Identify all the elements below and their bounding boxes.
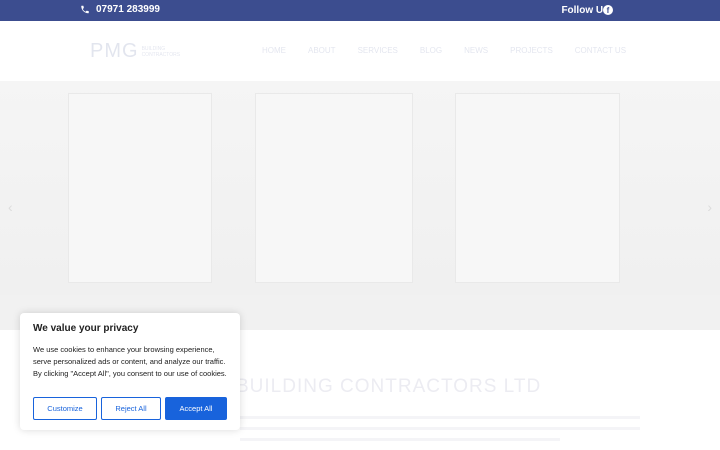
facebook-icon[interactable]: f xyxy=(603,5,613,15)
customize-button[interactable]: Customize xyxy=(33,397,97,420)
reject-all-button[interactable]: Reject All xyxy=(101,397,161,420)
hero-image-door xyxy=(455,93,620,283)
accept-all-button[interactable]: Accept All xyxy=(165,397,227,420)
phone-number: 07971 283999 xyxy=(96,4,160,15)
section-text-placeholder xyxy=(240,416,640,449)
nav-item-about[interactable]: ABOUT xyxy=(308,46,336,55)
nav-item-blog[interactable]: BLOG xyxy=(420,46,442,55)
hero-image-door xyxy=(255,93,413,283)
cookie-consent-banner: We value your privacy We use cookies to … xyxy=(20,313,240,430)
logo-text: PMG xyxy=(90,40,139,62)
logo-subtitle-2: CONTRACTORS xyxy=(141,51,181,58)
cookie-title: We value your privacy xyxy=(33,323,139,334)
nav-item-home[interactable]: HOME xyxy=(262,46,286,55)
site-logo[interactable]: PMG BUILDING CONTRACTORS xyxy=(90,40,180,63)
hero-slider: ‹ › xyxy=(0,81,720,330)
slider-prev-icon[interactable]: ‹ xyxy=(8,199,13,215)
cookie-buttons: Customize Reject All Accept All xyxy=(33,397,227,420)
cookie-body: We use cookies to enhance your browsing … xyxy=(33,345,227,378)
section-title: BUILDING CONTRACTORS LTD xyxy=(236,376,542,397)
site-header: PMG BUILDING CONTRACTORS HOME ABOUT SERV… xyxy=(0,21,720,81)
slider-next-icon[interactable]: › xyxy=(707,199,712,215)
nav-item-projects[interactable]: PROJECTS xyxy=(510,46,553,55)
phone-icon xyxy=(81,5,89,14)
main-nav: HOME ABOUT SERVICES BLOG NEWS PROJECTS C… xyxy=(262,46,626,55)
nav-item-services[interactable]: SERVICES xyxy=(358,46,398,55)
top-bar: 07971 283999 Follow Us: f xyxy=(0,0,720,21)
hero-image-door xyxy=(68,93,212,283)
nav-item-contact[interactable]: CONTACT US xyxy=(575,46,626,55)
nav-item-news[interactable]: NEWS xyxy=(464,46,488,55)
phone-link[interactable]: 07971 283999 xyxy=(80,4,160,15)
